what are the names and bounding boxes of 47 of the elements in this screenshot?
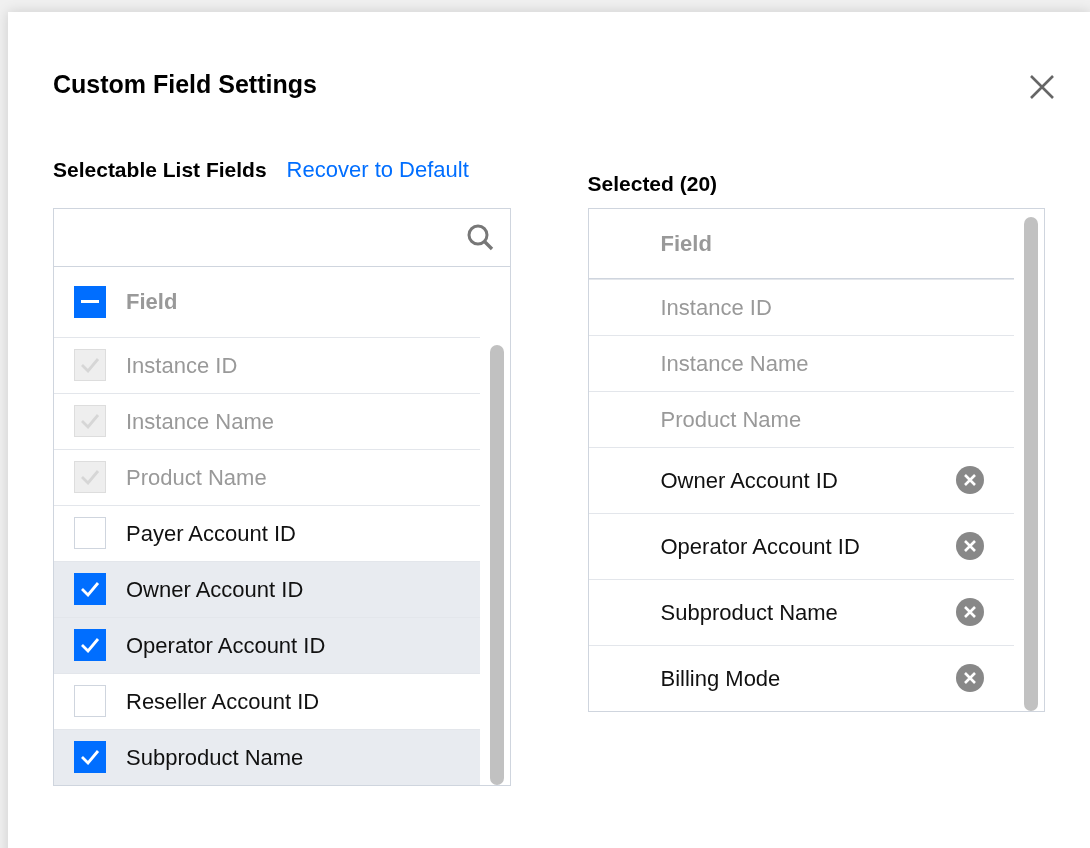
checkmark-icon	[80, 749, 100, 765]
field-row[interactable]: Subproduct Name	[54, 728, 480, 785]
field-label: Instance Name	[660, 349, 809, 378]
checkbox[interactable]	[74, 629, 106, 661]
field-label: Instance ID	[126, 351, 238, 380]
cross-icon	[964, 672, 976, 684]
field-label: Reseller Account ID	[126, 687, 320, 716]
close-button[interactable]	[1029, 74, 1055, 100]
checkmark-icon	[80, 637, 100, 653]
column-header: Field	[660, 229, 712, 258]
field-label: Product Name	[126, 463, 267, 492]
checkmark-icon	[80, 581, 100, 597]
field-label: Billing Mode	[660, 664, 781, 693]
cross-icon	[964, 606, 976, 618]
scrollbar[interactable]	[489, 344, 504, 785]
field-label: Operator Account ID	[126, 631, 326, 660]
remove-button[interactable]	[956, 466, 984, 494]
recover-default-link[interactable]: Recover to Default	[286, 153, 469, 186]
scrollbar[interactable]	[1024, 216, 1038, 711]
remove-button[interactable]	[956, 664, 984, 692]
field-row[interactable]: Owner Account ID	[54, 560, 480, 617]
field-label: Instance ID	[660, 293, 772, 322]
remove-button[interactable]	[956, 598, 984, 626]
search-icon	[465, 223, 494, 251]
cross-icon	[964, 540, 976, 552]
field-label: Payer Account ID	[126, 519, 296, 548]
cross-icon	[964, 474, 976, 486]
minus-icon	[81, 300, 99, 303]
checkmark-icon	[80, 357, 100, 373]
field-label: Product Name	[660, 405, 802, 434]
field-label: Owner Account ID	[660, 466, 838, 495]
field-row[interactable]: Operator Account ID	[54, 616, 480, 673]
checkbox[interactable]	[74, 573, 106, 605]
checkmark-icon	[80, 413, 100, 429]
section-heading: Selectable List Fields	[53, 156, 267, 183]
field-label: Operator Account ID	[660, 532, 860, 561]
field-label: Subproduct Name	[126, 743, 304, 772]
field-label: Subproduct Name	[660, 598, 838, 627]
dialog-title: Custom Field Settings	[53, 69, 317, 100]
checkbox[interactable]	[74, 741, 106, 773]
checkmark-icon	[80, 469, 100, 485]
section-heading: Selected (20)	[587, 170, 718, 197]
remove-button[interactable]	[956, 532, 984, 560]
field-label: Instance Name	[126, 407, 274, 436]
column-header: Field	[126, 288, 178, 316]
field-label: Owner Account ID	[126, 575, 304, 604]
checkbox[interactable]	[74, 285, 106, 318]
